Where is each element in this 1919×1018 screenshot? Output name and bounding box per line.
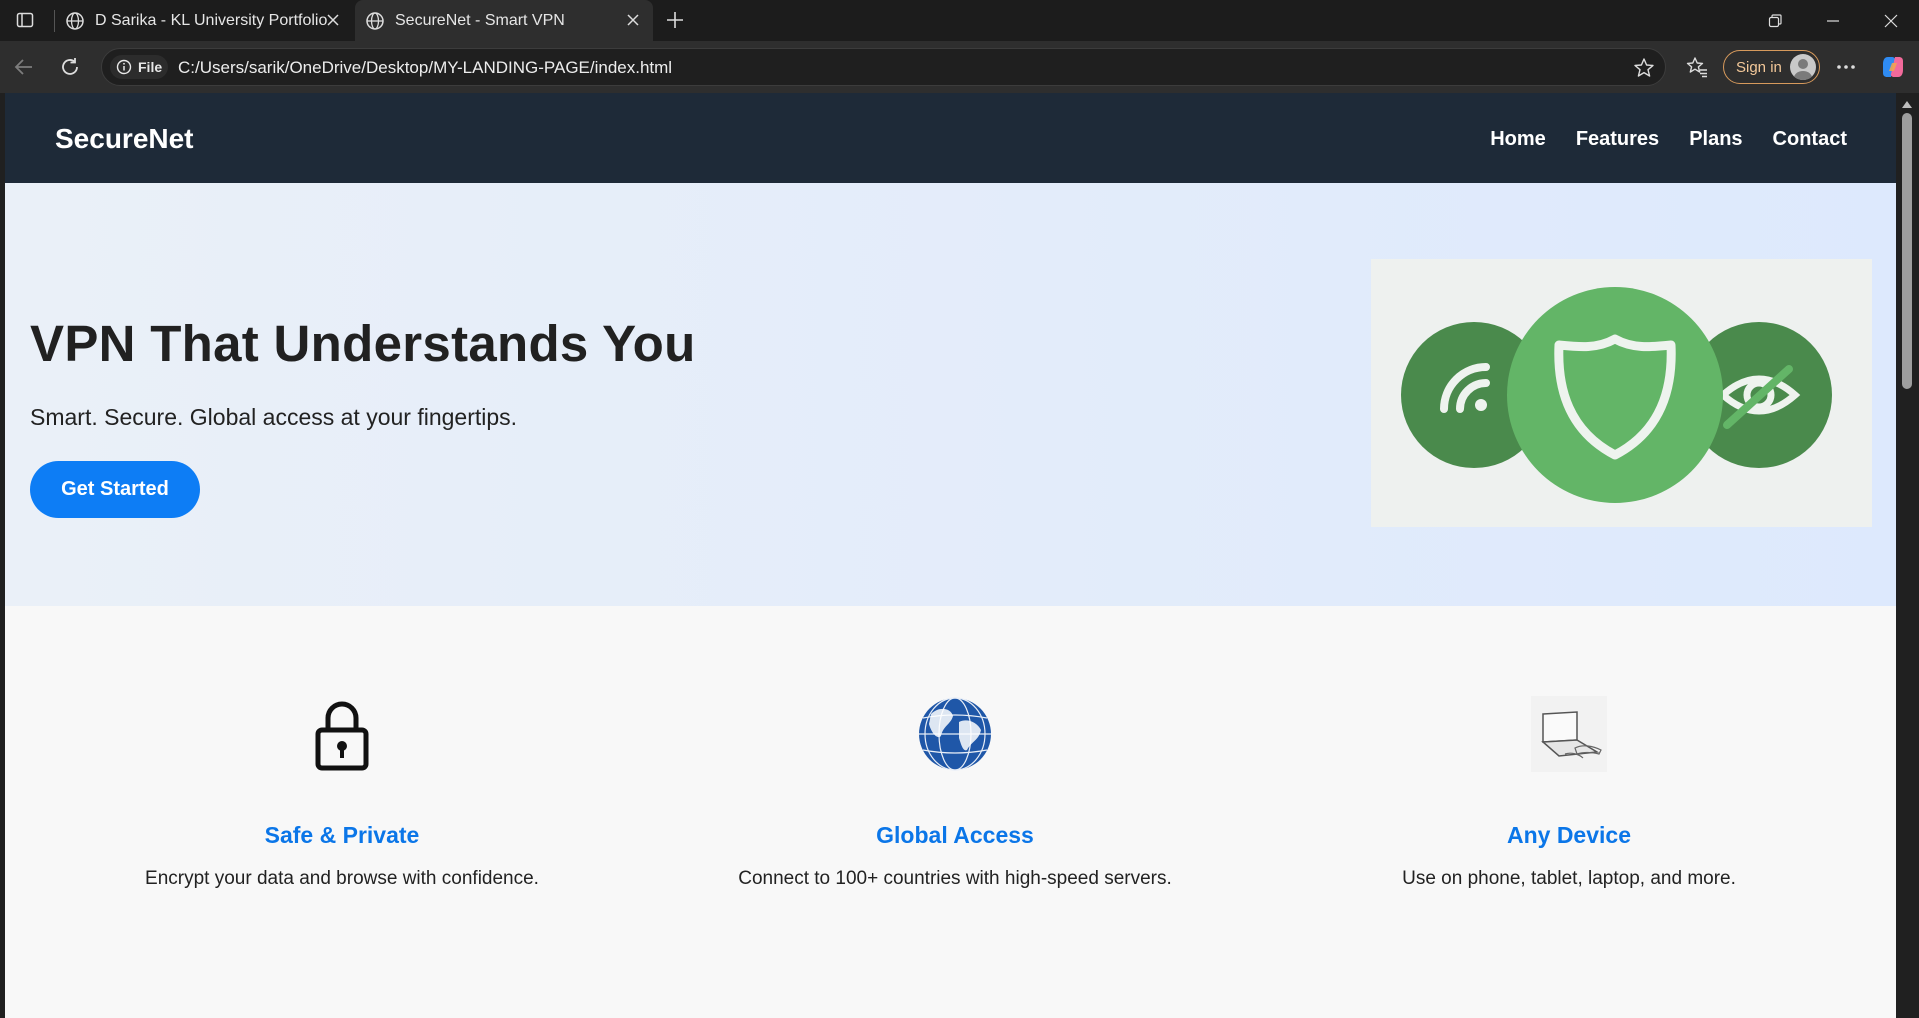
feature-title: Safe & Private: [264, 822, 420, 848]
scroll-thumb[interactable]: [1902, 113, 1912, 389]
feature-title: Global Access: [876, 822, 1034, 848]
hero-section: VPN That Understands You Smart. Secure. …: [5, 183, 1896, 606]
browser-tab-strip: D Sarika - KL University Portfolio Secur…: [0, 0, 1919, 41]
close-window-icon[interactable]: [1862, 0, 1919, 41]
globe-icon: [66, 11, 84, 30]
hero-illustration: [1371, 259, 1872, 527]
globe-icon: [366, 11, 384, 30]
nav-link-features[interactable]: Features: [1576, 128, 1659, 151]
copilot-icon[interactable]: [1880, 54, 1906, 80]
feature-description: Encrypt your data and browse with confid…: [145, 868, 539, 889]
tab-securenet[interactable]: SecureNet - Smart VPN: [355, 0, 653, 41]
padlock-icon: [315, 701, 369, 771]
sign-in-button[interactable]: Sign in: [1723, 50, 1820, 84]
site-menu: Home Features Plans Contact: [1490, 128, 1847, 151]
page-viewport: SecureNet Home Features Plans Contact VP…: [5, 93, 1896, 1018]
avatar-icon: [1790, 54, 1816, 80]
scroll-up-arrow-icon[interactable]: [1902, 101, 1912, 108]
nav-link-home[interactable]: Home: [1490, 128, 1546, 151]
shield-icon: [1507, 287, 1723, 503]
globe-icon: [919, 697, 991, 771]
sign-in-label: Sign in: [1736, 58, 1782, 76]
site-info-button[interactable]: File: [110, 55, 169, 79]
address-bar[interactable]: File C:/Users/sarik/OneDrive/Desktop/MY-…: [101, 48, 1666, 86]
refresh-icon[interactable]: [54, 51, 86, 83]
nav-link-plans[interactable]: Plans: [1689, 128, 1742, 151]
minimize-icon[interactable]: [1804, 0, 1862, 41]
hero-title: VPN That Understands You: [30, 315, 696, 372]
back-arrow-icon[interactable]: [8, 51, 40, 83]
feature-description: Use on phone, tablet, laptop, and more.: [1402, 868, 1736, 889]
tab-portfolio[interactable]: D Sarika - KL University Portfolio: [55, 0, 353, 41]
restore-icon[interactable]: [1746, 0, 1804, 41]
info-icon: [116, 59, 132, 75]
more-options-icon[interactable]: [1833, 54, 1859, 80]
get-started-button[interactable]: Get Started: [30, 461, 200, 518]
site-navbar: SecureNet Home Features Plans Contact: [5, 93, 1896, 183]
url-text[interactable]: C:/Users/sarik/OneDrive/Desktop/MY-LANDI…: [178, 58, 672, 78]
hero-subtitle: Smart. Secure. Global access at your fin…: [30, 404, 518, 430]
page-scrollbar[interactable]: [1896, 93, 1919, 1018]
laptop-icon: [1531, 696, 1607, 772]
site-logo[interactable]: SecureNet: [55, 123, 194, 155]
tab-title: D Sarika - KL University Portfolio: [95, 11, 328, 29]
new-tab-icon[interactable]: [660, 8, 690, 32]
tab-title: SecureNet - Smart VPN: [395, 11, 565, 29]
nav-link-contact[interactable]: Contact: [1773, 128, 1847, 151]
features-section: Safe & Private Encrypt your data and bro…: [5, 606, 1896, 1018]
favorites-icon[interactable]: [1684, 54, 1710, 80]
close-tab-icon[interactable]: [323, 10, 343, 30]
close-tab-icon[interactable]: [623, 10, 643, 30]
favorite-star-icon[interactable]: [1633, 57, 1655, 79]
feature-description: Connect to 100+ countries with high-spee…: [738, 868, 1172, 889]
browser-toolbar: File C:/Users/sarik/OneDrive/Desktop/MY-…: [0, 41, 1919, 93]
feature-title: Any Device: [1506, 822, 1631, 848]
scheme-label: File: [138, 59, 163, 75]
tab-actions-icon[interactable]: [10, 8, 40, 32]
